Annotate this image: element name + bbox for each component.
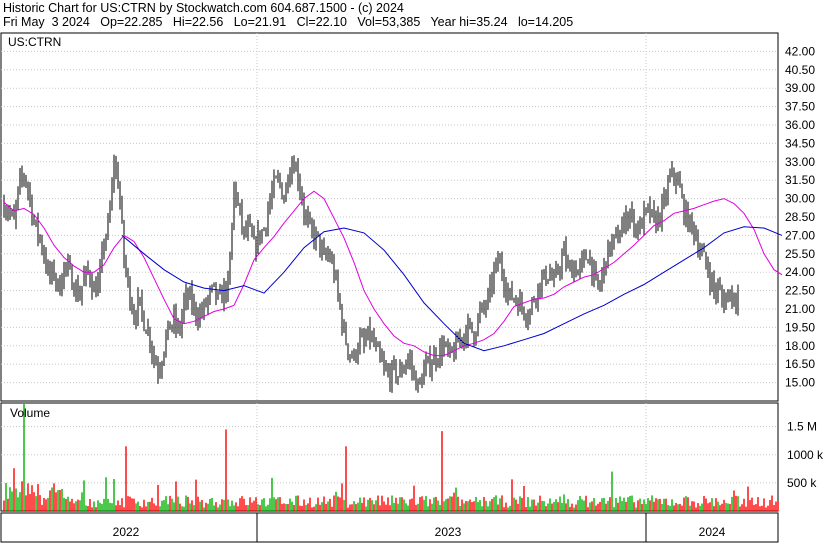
year-label: 2022 bbox=[113, 525, 140, 539]
volume-tick-label: 1000 k bbox=[787, 448, 824, 462]
price-tick-label: 40.50 bbox=[785, 63, 815, 77]
volume-panel bbox=[0, 402, 779, 512]
price-tick-label: 18.00 bbox=[785, 339, 815, 353]
price-tick-label: 34.50 bbox=[785, 136, 815, 150]
price-tick-label: 27.00 bbox=[785, 228, 815, 242]
price-tick-label: 28.50 bbox=[785, 210, 815, 224]
price-tick-label: 21.00 bbox=[785, 302, 815, 316]
price-tick-label: 39.00 bbox=[785, 81, 815, 95]
stock-chart: 42.00 40.50 39.00 37.50 36.00 34.50 33.00 31.50… bbox=[0, 32, 824, 543]
volume-panel-title: Volume bbox=[10, 406, 50, 420]
price-tick-label: 31.50 bbox=[785, 173, 815, 187]
volume-tick-label: 1.5 M bbox=[787, 420, 817, 434]
year-label: 2023 bbox=[435, 525, 462, 539]
price-tick-label: 22.50 bbox=[785, 284, 815, 298]
price-tick-label: 24.00 bbox=[785, 265, 815, 279]
price-tick-label: 36.00 bbox=[785, 118, 815, 132]
price-tick-label: 42.00 bbox=[785, 44, 815, 58]
price-tick-label: 33.00 bbox=[785, 155, 815, 169]
price-tick-label: 25.50 bbox=[785, 247, 815, 261]
volume-tick-label: 500 k bbox=[787, 476, 817, 490]
price-tick-label: 19.50 bbox=[785, 320, 815, 334]
price-tick-label: 16.50 bbox=[785, 357, 815, 371]
price-tick-label: 30.00 bbox=[785, 192, 815, 206]
price-panel-title: US:CTRN bbox=[8, 35, 61, 49]
year-label: 2024 bbox=[699, 525, 726, 539]
price-axis-labels: 42.00 40.50 39.00 37.50 36.00 34.50 33.00 31.50… bbox=[785, 44, 815, 389]
price-tick-label: 15.00 bbox=[785, 376, 815, 390]
volume-axis-labels: 1.5 M 1000 k 500 k bbox=[787, 420, 824, 490]
price-tick-label: 37.50 bbox=[785, 100, 815, 114]
